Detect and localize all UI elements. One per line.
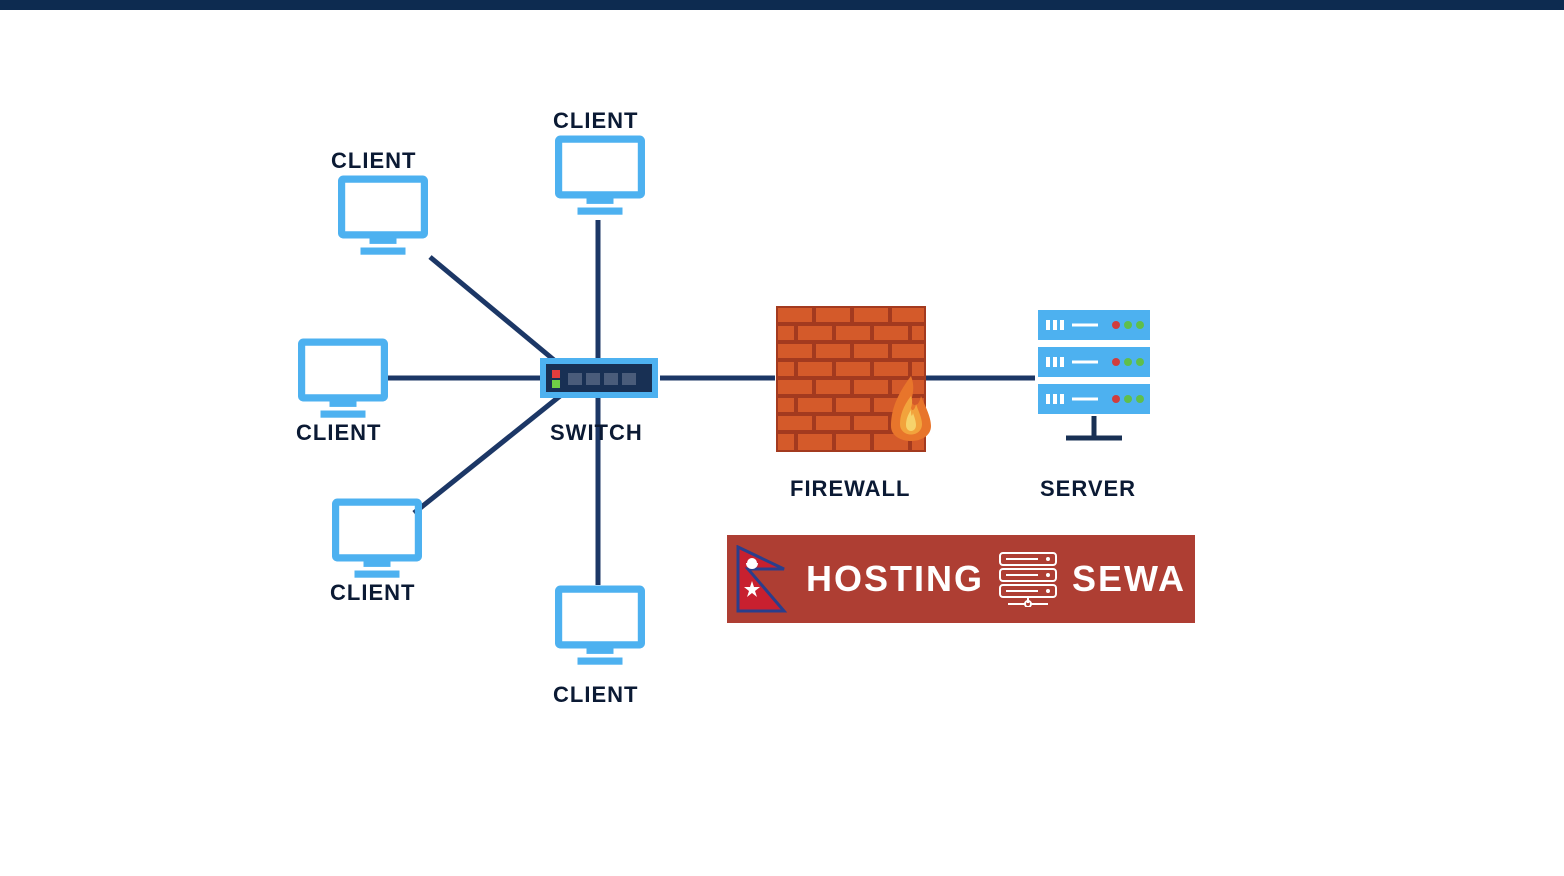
client-label-5: CLIENT	[553, 682, 638, 708]
client-label-4: CLIENT	[330, 580, 415, 606]
server-icon	[1038, 308, 1158, 448]
server-node	[1038, 308, 1158, 453]
client-node-4	[332, 498, 422, 585]
server-label: SERVER	[1040, 476, 1136, 502]
logo-text-2: SEWA	[1072, 558, 1186, 600]
client-node-5	[555, 585, 645, 672]
logo-server-icon	[998, 551, 1058, 607]
switch-icon	[540, 358, 658, 398]
firewall-node	[776, 306, 946, 471]
nepal-flag-icon	[736, 545, 792, 613]
firewall-icon	[776, 306, 946, 466]
client-label-1: CLIENT	[553, 108, 638, 134]
logo-text-1: HOSTING	[806, 558, 984, 600]
client-label-2: CLIENT	[331, 148, 416, 174]
switch-node	[540, 358, 658, 403]
switch-label: SWITCH	[550, 420, 643, 446]
logo-banner: HOSTING SEWA	[727, 535, 1195, 623]
client-label-3: CLIENT	[296, 420, 381, 446]
client-node-1	[555, 135, 645, 222]
client-node-2	[338, 175, 428, 262]
client-node-3	[298, 338, 388, 425]
firewall-label: FIREWALL	[790, 476, 910, 502]
